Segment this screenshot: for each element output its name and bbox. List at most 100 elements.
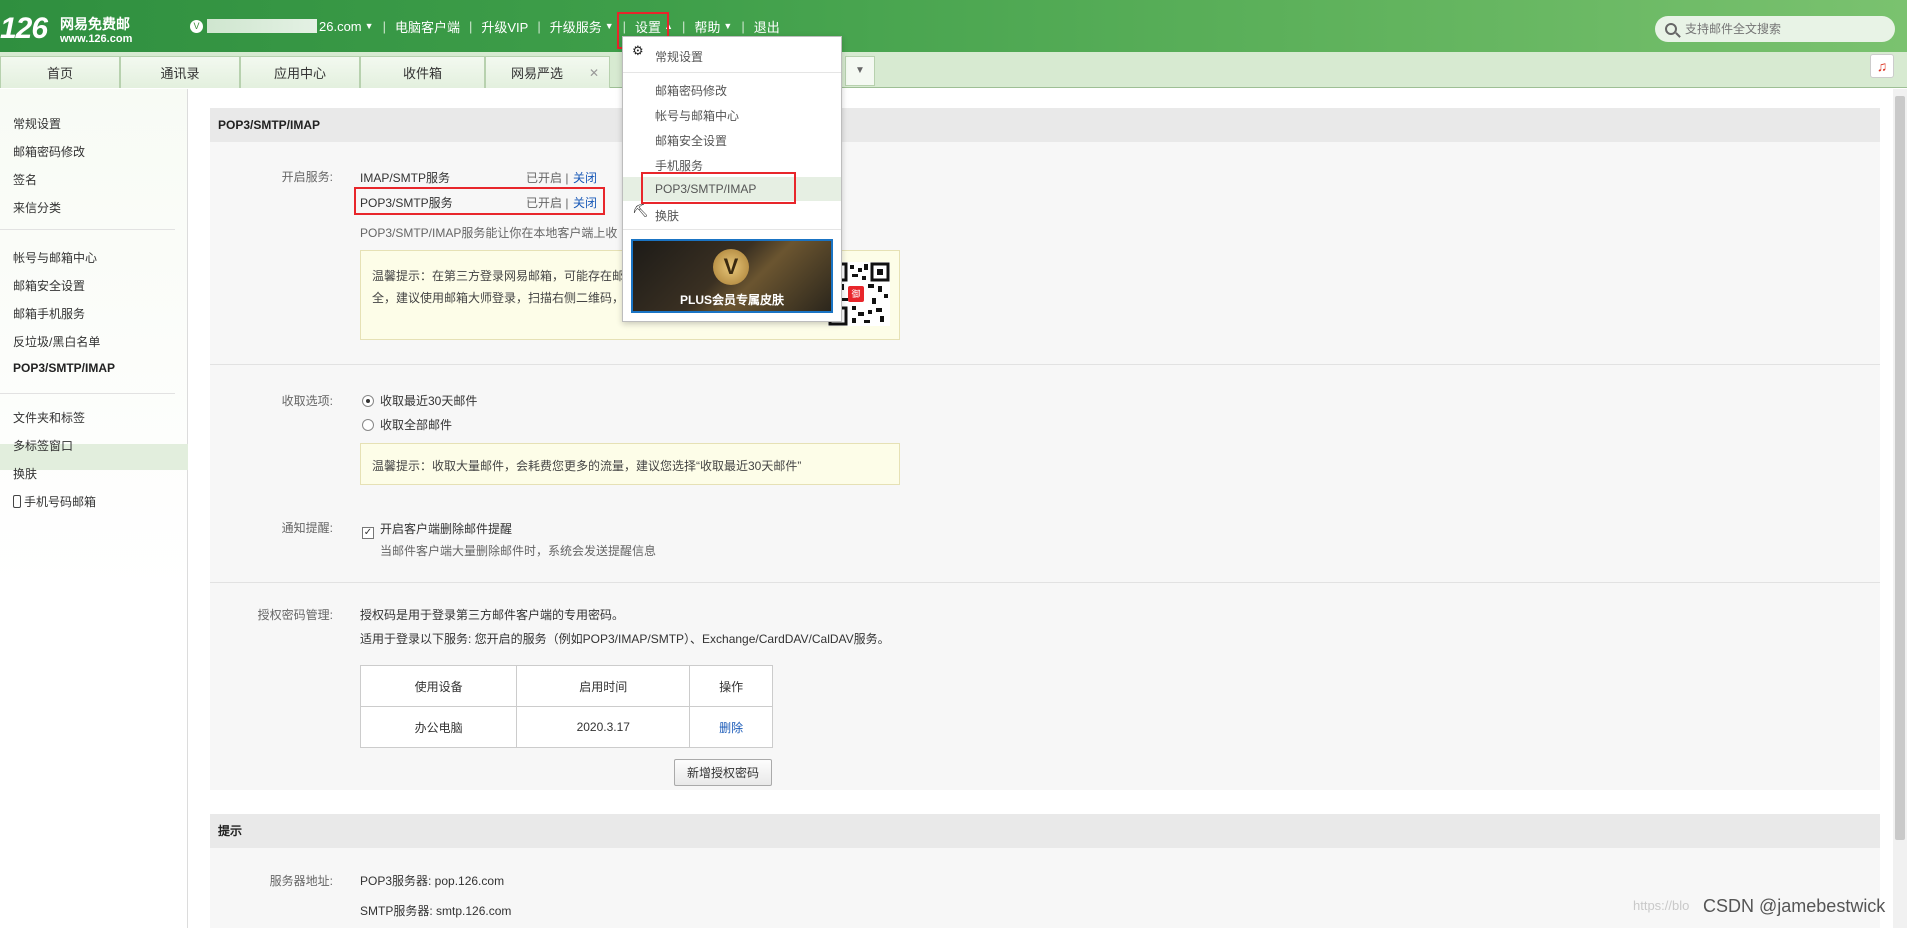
chevron-down-icon[interactable]: ▼ xyxy=(365,21,374,31)
masked-account xyxy=(207,19,317,33)
pop3-highlight-box xyxy=(354,187,605,215)
gear-icon: ⚙ xyxy=(632,43,644,58)
auth-code-label: 授权密码管理: xyxy=(257,608,333,622)
chevron-down-icon[interactable]: ▼ xyxy=(605,21,614,31)
tab-home[interactable]: 首页 xyxy=(0,56,120,88)
qr-app-badge-icon: 御 xyxy=(848,286,864,302)
logo[interactable]: 126 网易免费邮 www.126.com xyxy=(0,8,140,48)
logo-number: 126 xyxy=(0,12,48,45)
nav-upgrade-vip[interactable]: 升级VIP xyxy=(481,17,528,36)
tab-yanxuan[interactable]: 网易严选 ✕ xyxy=(485,56,610,88)
add-auth-code-button[interactable]: 新增授权密码 xyxy=(674,759,772,786)
notify-label: 通知提醒: xyxy=(281,521,333,535)
sidebar-item-account-center[interactable]: 帐号与邮箱中心 xyxy=(13,249,97,266)
sidebar-item-pop3-smtp-imap[interactable]: POP3/SMTP/IMAP xyxy=(13,361,115,375)
dropdown-item-account-center[interactable]: 帐号与邮箱中心 xyxy=(655,107,739,124)
table-header-device: 使用设备 xyxy=(359,665,518,707)
sidebar-item-signature[interactable]: 签名 xyxy=(13,171,37,188)
table-cell-device: 办公电脑 xyxy=(359,706,518,748)
pop3-server: POP3服务器: pop.126.com xyxy=(360,874,505,888)
sidebar-divider xyxy=(0,229,175,230)
vip-badge-icon: V xyxy=(190,19,203,33)
tip-line-1: 温馨提示：在第三方登录网易邮箱，可能存在邮 xyxy=(372,269,625,283)
nav-desktop-client[interactable]: 电脑客户端 xyxy=(395,17,460,36)
auth-description-1: 授权码是用于登录第三方邮件客户端的专用密码。 xyxy=(360,608,625,622)
dropdown-item-password[interactable]: 邮箱密码修改 xyxy=(655,82,727,99)
delete-link[interactable]: 删除 xyxy=(719,721,743,735)
auth-description-2: 适用于登录以下服务: 您开启的服务（例如POP3/IMAP/SMTP）、Exch… xyxy=(360,632,890,646)
top-header: 126 网易免费邮 www.126.com V 26.com ▼ | 电脑客户端… xyxy=(0,0,1907,52)
nav-logout[interactable]: 退出 xyxy=(754,17,780,36)
tab-more-chevron-icon[interactable]: ▼ xyxy=(845,56,875,86)
banner-text: PLUS会员专属皮肤 xyxy=(679,293,784,307)
sidebar-item-phone-mailbox[interactable]: 手机号码邮箱 xyxy=(13,493,96,510)
checkbox-checked[interactable]: ✓ xyxy=(362,527,374,539)
table-header-row: 使用设备 启用时间 操作 xyxy=(359,665,773,707)
logo-url: www.126.com xyxy=(60,33,133,45)
sidebar-item-folders[interactable]: 文件夹和标签 xyxy=(13,409,85,426)
tab-inbox[interactable]: 收件箱 xyxy=(360,56,485,88)
top-nav: V 26.com ▼ | 电脑客户端 | 升级VIP | 升级服务 ▼ | 设置… xyxy=(190,17,780,35)
service-description: POP3/SMTP/IMAP服务能让你在本地客户端上收 xyxy=(360,226,618,240)
sidebar-item-mobile-service[interactable]: 邮箱手机服务 xyxy=(13,305,85,322)
radio-recent-30-days[interactable]: 收取最近30天邮件 xyxy=(362,392,477,409)
plus-skin-banner[interactable]: V PLUS会员专属皮肤 xyxy=(631,239,833,313)
music-icon[interactable]: ♫ xyxy=(1870,54,1894,78)
imap-service-status: 已开启 | xyxy=(526,171,569,185)
smtp-server: SMTP服务器: smtp.126.com xyxy=(360,904,512,918)
sidebar-item-antispam[interactable]: 反垃圾/黑白名单 xyxy=(13,333,100,350)
imap-close-link[interactable]: 关闭 xyxy=(573,169,597,186)
tip-traffic: 温馨提示：收取大量邮件，会耗费您更多的流量，建议您选择“收取最近30天邮件” xyxy=(360,443,900,485)
shirt-icon: ⛏ xyxy=(632,203,649,218)
settings-sidebar: 常规设置 邮箱密码修改 签名 来信分类 帐号与邮箱中心 邮箱安全设置 邮箱手机服… xyxy=(0,89,188,928)
table-header-action: 操作 xyxy=(689,665,773,707)
sidebar-item-security[interactable]: 邮箱安全设置 xyxy=(13,277,85,294)
sidebar-item-multi-tab[interactable]: 多标签窗口 xyxy=(13,437,73,454)
divider xyxy=(210,364,1880,365)
chevron-down-icon[interactable]: ▼ xyxy=(723,21,732,31)
phone-icon xyxy=(13,495,21,508)
nav-upgrade-service[interactable]: 升级服务 xyxy=(550,17,602,36)
tab-app-center[interactable]: 应用中心 xyxy=(240,56,360,88)
close-icon[interactable]: ✕ xyxy=(589,66,599,80)
section-title-tips: 提示 xyxy=(210,814,1880,848)
table-cell-delete[interactable]: 删除 xyxy=(689,706,773,748)
divider xyxy=(210,582,1880,583)
tab-bar: 首页 通讯录 应用中心 收件箱 网易严选 ✕ xyxy=(0,52,1907,88)
vip-v-icon: V xyxy=(713,249,749,285)
radio-button-checked[interactable] xyxy=(362,395,374,407)
watermark-url: https://blo xyxy=(1633,898,1690,913)
table-cell-time: 2020.3.17 xyxy=(516,706,691,748)
sidebar-item-skin[interactable]: 换肤 xyxy=(13,465,37,482)
sidebar-item-password[interactable]: 邮箱密码修改 xyxy=(13,143,85,160)
search-box[interactable] xyxy=(1655,16,1895,42)
tip-line-2: 全，建议使用邮箱大师登录，扫描右侧二维码， xyxy=(372,291,625,305)
receive-options-label: 收取选项: xyxy=(281,394,333,408)
service-label: 开启服务: xyxy=(281,170,333,184)
sidebar-divider xyxy=(0,393,175,394)
sidebar-item-general[interactable]: 常规设置 xyxy=(13,115,61,132)
account-name[interactable]: 26.com xyxy=(319,19,362,34)
logo-title: 网易免费邮 xyxy=(60,16,130,32)
nav-help[interactable]: 帮助 xyxy=(694,17,720,36)
dropdown-divider xyxy=(623,229,841,230)
search-input[interactable] xyxy=(1683,21,1883,37)
notify-description: 当邮件客户端大量删除邮件时，系统会发送提醒信息 xyxy=(380,544,657,558)
dropdown-pop3-highlight-box xyxy=(641,172,796,204)
dropdown-item-security[interactable]: 邮箱安全设置 xyxy=(655,132,727,149)
search-icon xyxy=(1665,23,1677,35)
watermark-csdn: CSDN @jamebestwick xyxy=(1703,896,1886,916)
dropdown-item-skin[interactable]: 换肤 xyxy=(655,207,679,224)
tip-traffic-text: 温馨提示：收取大量邮件，会耗费您更多的流量，建议您选择“收取最近30天邮件” xyxy=(372,459,802,473)
table-header-time: 启用时间 xyxy=(516,665,691,707)
scrollbar-thumb[interactable] xyxy=(1895,96,1905,840)
radio-button[interactable] xyxy=(362,419,374,431)
tab-contacts[interactable]: 通讯录 xyxy=(120,56,240,88)
table-row: 办公电脑 2020.3.17 删除 xyxy=(359,706,773,748)
section-title-pop3: POP3/SMTP/IMAP xyxy=(210,108,1880,142)
radio-all-mail[interactable]: 收取全部邮件 xyxy=(362,416,452,433)
dropdown-item-general[interactable]: 常规设置 xyxy=(655,48,703,65)
notify-checkbox-row[interactable]: ✓ 开启客户端删除邮件提醒 xyxy=(362,520,512,539)
sidebar-item-mail-filter[interactable]: 来信分类 xyxy=(13,199,61,216)
imap-service-name: IMAP/SMTP服务 xyxy=(360,171,451,185)
